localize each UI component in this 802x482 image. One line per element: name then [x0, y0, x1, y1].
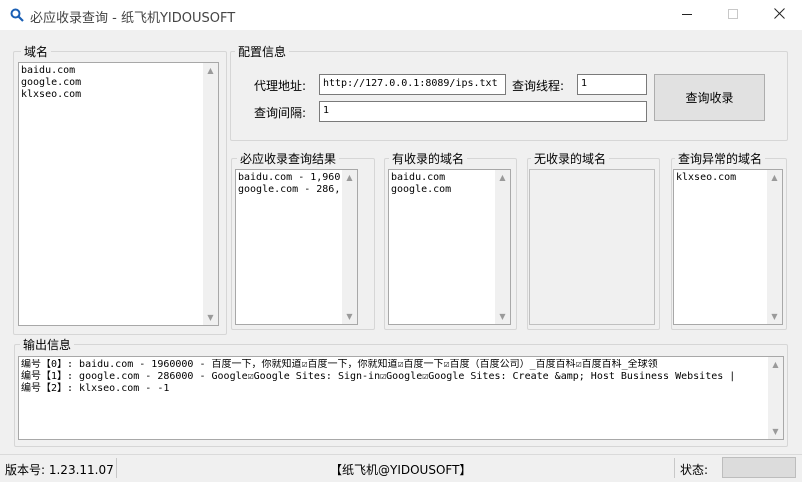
maximize-button[interactable] — [710, 0, 756, 30]
errors-list[interactable]: klxseo.com ▲ ▼ — [673, 169, 783, 325]
list-item[interactable]: 编号【0】: baidu.com - 1960000 - 百度一下，你就知道☑百… — [21, 359, 767, 371]
list-item[interactable]: baidu.com — [21, 65, 202, 77]
errors-list-scrollbar[interactable]: ▲ ▼ — [767, 170, 782, 324]
results-group-label: 必应收录查询结果 — [237, 150, 340, 167]
scroll-up-icon[interactable]: ▲ — [203, 63, 218, 78]
list-item[interactable]: baidu.com — [391, 172, 494, 184]
indexed-list-items: baidu.com google.com — [391, 172, 494, 196]
scroll-down-icon[interactable]: ▼ — [767, 309, 782, 324]
domains-group-label: 域名 — [21, 43, 52, 60]
list-item[interactable]: 编号【1】: google.com - 286000 - Google☑Goog… — [21, 371, 767, 383]
status-progress — [722, 457, 796, 478]
title-bar[interactable]: 必应收录查询 - 纸飞机YIDOUSOFT — [0, 0, 802, 30]
domain-list-items: baidu.com google.com klxseo.com — [21, 65, 202, 101]
errors-list-items: klxseo.com — [676, 172, 766, 184]
interval-label: 查询间隔: — [254, 106, 307, 120]
results-list-scrollbar[interactable]: ▲ ▼ — [342, 170, 357, 324]
indexed-list[interactable]: baidu.com google.com ▲ ▼ — [388, 169, 511, 325]
interval-input[interactable]: 1 — [319, 101, 647, 122]
brand-text: 【纸飞机@YIDOUSOFT】 — [330, 463, 472, 477]
state-label: 状态: — [680, 463, 709, 477]
threads-input[interactable]: 1 — [577, 74, 647, 95]
list-item[interactable]: 编号【2】: klxseo.com - -1 — [21, 383, 767, 395]
minimize-icon — [682, 8, 692, 22]
scroll-down-icon[interactable]: ▼ — [203, 310, 218, 325]
output-group-label: 输出信息 — [20, 336, 75, 353]
not-indexed-list[interactable] — [529, 169, 655, 325]
query-button[interactable]: 查询收录 — [654, 74, 765, 121]
window-title: 必应收录查询 - 纸飞机YIDOUSOFT — [30, 11, 236, 26]
indexed-group-label: 有收录的域名 — [389, 150, 468, 167]
output-lines: 编号【0】: baidu.com - 1960000 - 百度一下，你就知道☑百… — [21, 359, 767, 395]
domain-list[interactable]: baidu.com google.com klxseo.com ▲ ▼ — [18, 62, 219, 326]
scroll-up-icon[interactable]: ▲ — [768, 357, 783, 372]
list-item[interactable]: google.com — [21, 77, 202, 89]
domain-list-scrollbar[interactable]: ▲ ▼ — [203, 63, 218, 325]
list-item[interactable]: klxseo.com — [676, 172, 766, 184]
list-item[interactable]: baidu.com - 1,960,0 — [238, 172, 341, 184]
minimize-button[interactable] — [664, 0, 710, 30]
status-divider — [0, 454, 802, 455]
scroll-up-icon[interactable]: ▲ — [495, 170, 510, 185]
proxy-input[interactable]: http://127.0.0.1:8089/ips.txt — [319, 74, 506, 95]
scroll-down-icon[interactable]: ▼ — [495, 309, 510, 324]
output-log[interactable]: 编号【0】: baidu.com - 1960000 - 百度一下，你就知道☑百… — [18, 356, 784, 440]
indexed-list-scrollbar[interactable]: ▲ ▼ — [495, 170, 510, 324]
config-group-label: 配置信息 — [235, 43, 290, 60]
list-item[interactable]: klxseo.com — [21, 89, 202, 101]
scroll-down-icon[interactable]: ▼ — [768, 424, 783, 439]
version-text: 版本号: 1.23.11.07 — [5, 463, 114, 477]
status-separator — [116, 458, 117, 478]
maximize-icon — [728, 8, 738, 22]
not-indexed-group-label: 无收录的域名 — [531, 150, 610, 167]
scroll-down-icon[interactable]: ▼ — [342, 309, 357, 324]
close-button[interactable] — [756, 0, 802, 30]
results-list-items: baidu.com - 1,960,0 google.com - 286,00 — [238, 172, 341, 196]
status-separator — [674, 458, 675, 478]
results-list[interactable]: baidu.com - 1,960,0 google.com - 286,00 ▲… — [235, 169, 358, 325]
proxy-label: 代理地址: — [254, 79, 307, 93]
output-scrollbar[interactable]: ▲ ▼ — [768, 357, 783, 439]
scroll-up-icon[interactable]: ▲ — [767, 170, 782, 185]
list-item[interactable]: google.com — [391, 184, 494, 196]
close-icon — [773, 8, 785, 22]
errors-group-label: 查询异常的域名 — [675, 150, 766, 167]
list-item[interactable]: google.com - 286,00 — [238, 184, 341, 196]
search-icon — [10, 8, 24, 22]
scroll-up-icon[interactable]: ▲ — [342, 170, 357, 185]
threads-label: 查询线程: — [512, 79, 565, 93]
